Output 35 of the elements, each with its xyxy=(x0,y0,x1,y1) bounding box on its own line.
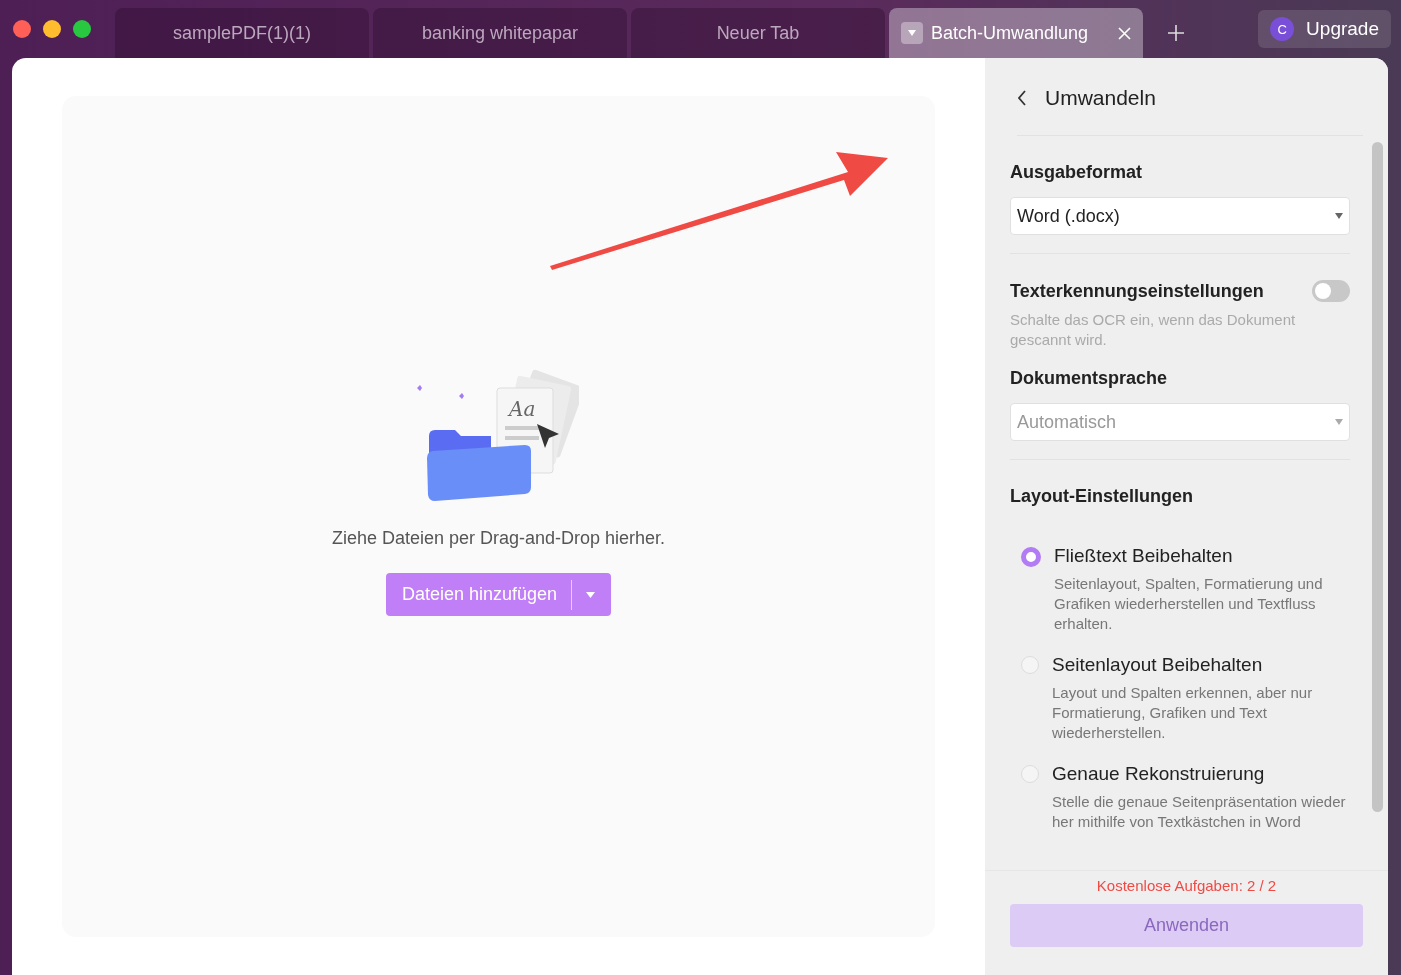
section-label: Layout-Einstellungen xyxy=(1010,486,1194,507)
browser-tab[interactable]: samplePDF(1)(1) xyxy=(115,8,369,58)
close-icon[interactable] xyxy=(1118,26,1131,40)
radio-button[interactable] xyxy=(1021,547,1041,567)
option-description: Stelle die genaue Seitenpräsentation wieder her mithilfe von Textkästchen in Word xyxy=(1052,792,1347,832)
section-label: Dokumentsprache xyxy=(1010,368,1169,389)
option-title: Fließtext Beibehalten xyxy=(1054,545,1234,567)
option-description: Seitenlayout, Spalten, Formatierung und Grafiken wiederherstellen und Textfluss erhalten. xyxy=(1054,574,1324,634)
browser-tab[interactable]: Batch-Umwandlung xyxy=(889,8,1143,58)
scrollbar[interactable] xyxy=(1372,142,1383,812)
option-title: Seitenlayout Beibehalten xyxy=(1052,654,1264,676)
option-title: Genaue Rekonstruierung xyxy=(1052,763,1266,785)
upgrade-button[interactable]: C Upgrade xyxy=(1258,10,1391,48)
minimize-window-button[interactable] xyxy=(43,20,61,38)
free-tasks-counter: Kostenlose Aufgaben: 2 / 2 xyxy=(1096,877,1277,894)
maximize-window-button[interactable] xyxy=(73,20,91,38)
illustration-text: Aa xyxy=(508,397,535,421)
browser-tab[interactable]: Neuer Tab xyxy=(631,8,885,58)
back-icon[interactable] xyxy=(1017,89,1027,106)
avatar: C xyxy=(1270,17,1295,41)
browser-tab[interactable]: banking whitepapar xyxy=(373,8,627,58)
caret-icon[interactable] xyxy=(586,591,596,598)
caret-icon xyxy=(1335,213,1343,219)
drop-hint: Ziehe Dateien per Drag-and-Drop hierher. xyxy=(331,528,666,549)
close-window-button[interactable] xyxy=(13,20,31,38)
section-label: Ausgabeformat xyxy=(1010,162,1144,183)
tab-menu-icon[interactable] xyxy=(901,22,923,44)
output-format-dropdown[interactable]: Word (.docx) xyxy=(1010,197,1350,235)
new-tab-icon[interactable] xyxy=(1167,24,1185,42)
caret-icon xyxy=(1335,419,1343,425)
panel-title: Umwandeln xyxy=(1045,85,1156,110)
section-label: Texterkennungseinstellungen xyxy=(1010,280,1264,302)
ocr-hint: Schalte das OCR ein, wenn das Dokument gescannt wird. xyxy=(1010,310,1297,350)
ocr-toggle[interactable] xyxy=(1312,280,1350,302)
option-description: Layout und Spalten erkennen, aber nur Formatierung, Grafiken und Text wiederherstellen. xyxy=(1052,683,1314,743)
